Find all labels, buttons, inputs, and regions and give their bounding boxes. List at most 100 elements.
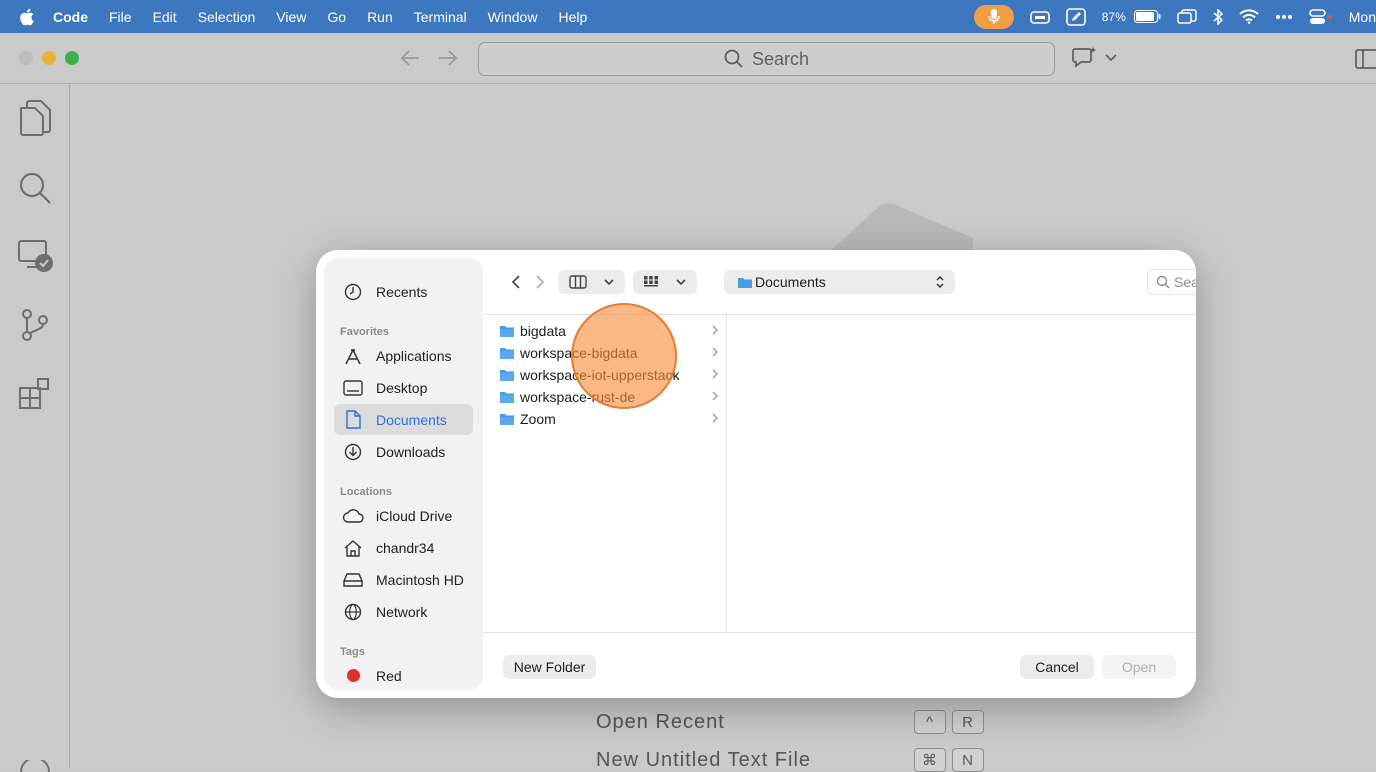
menu-selection[interactable]: Selection xyxy=(198,9,256,25)
forward-arrow-icon[interactable] xyxy=(437,48,459,68)
view-mode-button[interactable] xyxy=(558,270,625,294)
list-item[interactable]: Zoom xyxy=(499,408,719,430)
folder-icon xyxy=(500,326,514,337)
list-item[interactable]: workspace-bigdata xyxy=(499,342,719,364)
sidebar-item-desktop[interactable]: Desktop xyxy=(334,372,473,403)
command-center-placeholder: Search xyxy=(751,48,810,69)
sidebar-item-recents[interactable]: Recents xyxy=(334,276,473,307)
menu-edit[interactable]: Edit xyxy=(153,9,177,25)
folder-icon xyxy=(500,370,514,381)
sidebar-item-macintosh-hd[interactable]: Macintosh HD xyxy=(334,564,473,595)
title-bar: Search xyxy=(0,33,1376,84)
sidebar-item-home[interactable]: chandr34 xyxy=(334,532,473,563)
sidebar-item-label: Red xyxy=(376,667,402,684)
column-documents: bigdata workspace-bigdata workspace-iot-… xyxy=(483,315,727,632)
applications-icon xyxy=(338,346,368,366)
bluetooth-icon[interactable] xyxy=(1213,8,1223,25)
close-window-button[interactable] xyxy=(19,51,33,65)
gamepad-icon[interactable] xyxy=(1029,9,1050,25)
folder-icon xyxy=(500,392,514,403)
sidebar-item-downloads[interactable]: Downloads xyxy=(334,436,473,467)
locations-header: Locations xyxy=(340,486,392,498)
screen-mirroring-icon[interactable] xyxy=(1177,8,1197,25)
list-item[interactable]: workspace-iot-upperstack xyxy=(499,364,719,386)
battery-percent: 87% xyxy=(1101,9,1126,24)
cloud-icon xyxy=(338,506,368,526)
group-by-button[interactable] xyxy=(633,270,697,294)
pen-tablet-icon[interactable] xyxy=(1065,7,1086,26)
sidebar-item-documents[interactable]: Documents xyxy=(334,404,473,435)
cancel-button[interactable]: Cancel xyxy=(1020,655,1094,679)
new-folder-button[interactable]: New Folder xyxy=(503,655,596,679)
menu-run[interactable]: Run xyxy=(367,9,393,25)
menu-help[interactable]: Help xyxy=(558,9,587,25)
folder-icon xyxy=(738,277,752,288)
more-icon[interactable] xyxy=(1275,14,1293,20)
chevron-left-icon[interactable] xyxy=(509,274,523,290)
activity-bar xyxy=(0,84,70,772)
folder-name: bigdata xyxy=(520,323,566,339)
clock-icon xyxy=(338,282,368,302)
dialog-search-placeholder: Search xyxy=(1174,274,1196,290)
chevron-right-icon xyxy=(712,369,718,379)
command-center-search[interactable]: Search xyxy=(478,42,1055,76)
welcome-open-recent-label[interactable]: Open Recent xyxy=(596,711,914,734)
control-center-icon[interactable] xyxy=(1309,8,1333,25)
back-arrow-icon[interactable] xyxy=(399,48,421,68)
welcome-new-file-label[interactable]: New Untitled Text File xyxy=(596,749,914,772)
sidebar-item-applications[interactable]: Applications xyxy=(334,340,473,371)
shortcut-key: ^ xyxy=(914,710,946,734)
sidebar-item-icloud-drive[interactable]: iCloud Drive xyxy=(334,500,473,531)
explorer-icon[interactable] xyxy=(17,98,53,138)
menu-app-name[interactable]: Code xyxy=(53,9,88,25)
sidebar-item-network[interactable]: Network xyxy=(334,596,473,627)
globe-icon xyxy=(338,602,368,622)
welcome-new-file[interactable]: New Untitled Text File ⌘ N xyxy=(596,748,990,772)
accounts-icon[interactable] xyxy=(17,760,53,772)
battery-icon[interactable] xyxy=(1133,10,1161,23)
tags-header: Tags xyxy=(340,646,365,658)
zoom-window-button[interactable] xyxy=(65,51,79,65)
shortcut-key: R xyxy=(952,710,984,734)
dialog-sidebar: Recents Favorites Applications Desktop D… xyxy=(324,258,483,690)
dialog-toolbar: Documents Search xyxy=(483,250,1196,314)
menu-window[interactable]: Window xyxy=(488,9,538,25)
menu-go[interactable]: Go xyxy=(327,9,346,25)
list-item[interactable]: workspace-rust-de xyxy=(499,386,719,408)
sidebar-item-label: Network xyxy=(376,603,428,620)
menu-file[interactable]: File xyxy=(109,9,132,25)
welcome-open-recent[interactable]: Open Recent ^ R xyxy=(596,710,990,734)
location-popup[interactable]: Documents xyxy=(724,270,955,294)
chat-icon[interactable] xyxy=(1072,46,1118,68)
sidebar-item-label: chandr34 xyxy=(376,539,435,556)
download-icon xyxy=(338,442,368,462)
minimize-window-button[interactable] xyxy=(42,51,56,65)
folder-name: Zoom xyxy=(520,411,556,427)
up-down-chevron-icon xyxy=(936,275,944,289)
sidebar-item-label: Recents xyxy=(376,283,428,300)
dialog-search-field[interactable]: Search xyxy=(1147,269,1196,295)
menu-bar: Code File Edit Selection View Go Run Ter… xyxy=(0,0,1376,33)
menu-terminal[interactable]: Terminal xyxy=(414,9,467,25)
folder-icon xyxy=(500,414,514,425)
hard-drive-icon xyxy=(338,570,368,590)
menu-view[interactable]: View xyxy=(276,9,306,25)
sidebar-item-tag-red[interactable]: Red xyxy=(334,660,473,691)
open-file-dialog: Recents Favorites Applications Desktop D… xyxy=(316,250,1196,698)
dialog-footer: New Folder Cancel Open xyxy=(483,634,1196,698)
chevron-down-icon xyxy=(676,279,686,286)
extensions-icon[interactable] xyxy=(17,376,53,412)
clock[interactable]: Mon xyxy=(1349,9,1376,25)
microphone-icon[interactable] xyxy=(973,4,1014,29)
apple-icon[interactable] xyxy=(18,8,35,26)
source-control-icon[interactable] xyxy=(17,306,53,344)
chevron-right-icon[interactable] xyxy=(533,274,547,290)
chevron-right-icon xyxy=(712,391,718,401)
remote-explorer-icon[interactable] xyxy=(17,239,55,275)
wifi-icon[interactable] xyxy=(1239,9,1259,24)
red-tag-icon xyxy=(338,666,368,686)
layout-panel-icon[interactable] xyxy=(1355,48,1376,70)
search-icon[interactable] xyxy=(17,170,53,206)
list-item[interactable]: bigdata xyxy=(499,320,719,342)
open-button[interactable]: Open xyxy=(1102,655,1176,679)
